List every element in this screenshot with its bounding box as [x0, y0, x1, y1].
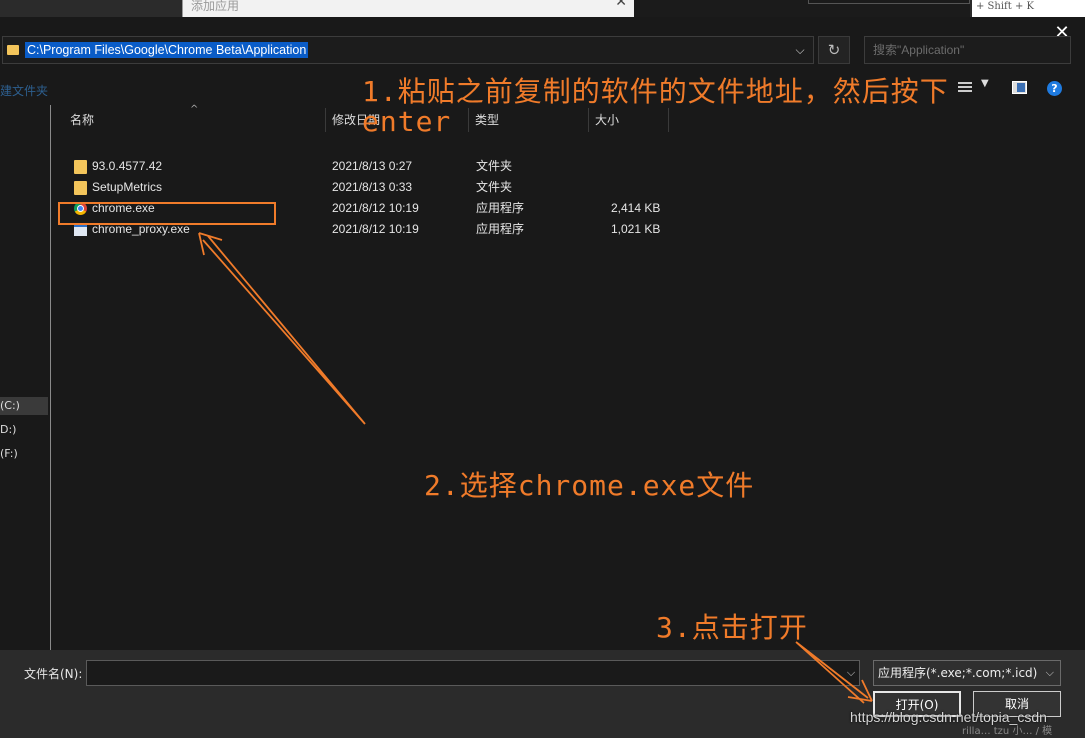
view-options-icon[interactable] [958, 82, 972, 94]
chevron-down-icon[interactable]: ⌵ [786, 36, 814, 64]
column-header-size[interactable]: 大小 [589, 108, 669, 132]
annotation-step1-enter: enter [362, 105, 452, 138]
app-icon [74, 224, 87, 236]
file-date: 2021/8/12 10:19 [332, 222, 419, 236]
preview-pane-icon[interactable] [1012, 81, 1027, 94]
column-header-name[interactable]: 名称 [64, 108, 326, 132]
file-type-select[interactable]: 应用程序(*.exe;*.com;*.icd) ⌵ [873, 660, 1061, 686]
file-row[interactable]: SetupMetrics 2021/8/13 0:33 文件夹 [70, 177, 670, 198]
background-close-icon[interactable]: ✕ [615, 0, 627, 10]
file-date: 2021/8/13 0:27 [332, 159, 413, 173]
file-size: 2,414 KB [611, 201, 661, 215]
filename-chevron-icon[interactable]: ⌵ [842, 660, 860, 686]
file-date: 2021/8/12 10:19 [332, 201, 419, 215]
nav-item-drive-c[interactable]: (C:) [0, 397, 48, 415]
address-bar[interactable]: C:\Program Files\Google\Chrome Beta\Appl… [2, 36, 814, 64]
file-type: 文件夹 [476, 180, 513, 194]
file-name: SetupMetrics [92, 180, 163, 194]
file-name: 93.0.4577.42 [92, 159, 163, 173]
folder-icon [74, 181, 87, 195]
annotation-step1: 1.粘贴之前复制的软件的文件地址，然后按下 [362, 75, 949, 108]
annotation-step3: 3.点击打开 [656, 611, 808, 644]
address-path[interactable]: C:\Program Files\Google\Chrome Beta\Appl… [25, 42, 309, 58]
folder-icon [7, 45, 19, 55]
filename-label: 文件名(N): [24, 667, 83, 681]
background-field [808, 0, 970, 4]
navigation-pane: (C:) D:) (F:) [0, 105, 51, 650]
chevron-down-icon: ⌵ [1045, 666, 1054, 679]
nav-item-drive-f[interactable]: (F:) [0, 445, 48, 463]
nav-item-drive-d[interactable]: D:) [0, 421, 48, 439]
file-date: 2021/8/13 0:33 [332, 180, 413, 194]
file-type: 文件夹 [476, 159, 513, 173]
view-chevron-icon[interactable]: ▼ [981, 78, 989, 89]
watermark-sub: rilla… tzu 小… / 模 [962, 726, 1053, 737]
file-type: 应用程序 [476, 222, 525, 236]
file-type: 应用程序 [476, 201, 525, 215]
help-icon[interactable]: ? [1047, 81, 1062, 96]
background-window: 添加应用 ✕ [182, 0, 636, 17]
refresh-button[interactable]: ↻ [818, 36, 850, 64]
file-type-value: 应用程序(*.exe;*.com;*.icd) [878, 666, 1038, 680]
shortcut-hint: + Shift + K [972, 0, 1085, 17]
file-row[interactable]: 93.0.4577.42 2021/8/13 0:27 文件夹 [70, 156, 670, 177]
highlight-box [58, 202, 276, 225]
file-size: 1,021 KB [611, 222, 661, 236]
filename-input[interactable] [86, 660, 860, 686]
background-window-title: 添加应用 [191, 0, 240, 13]
search-input[interactable]: 搜索"Application" [864, 36, 1071, 64]
annotation-step2: 2.选择chrome.exe文件 [424, 469, 755, 502]
folder-icon [74, 160, 87, 174]
new-folder-button[interactable]: 建文件夹 [0, 82, 48, 99]
column-header-type[interactable]: 类型 [469, 108, 589, 132]
